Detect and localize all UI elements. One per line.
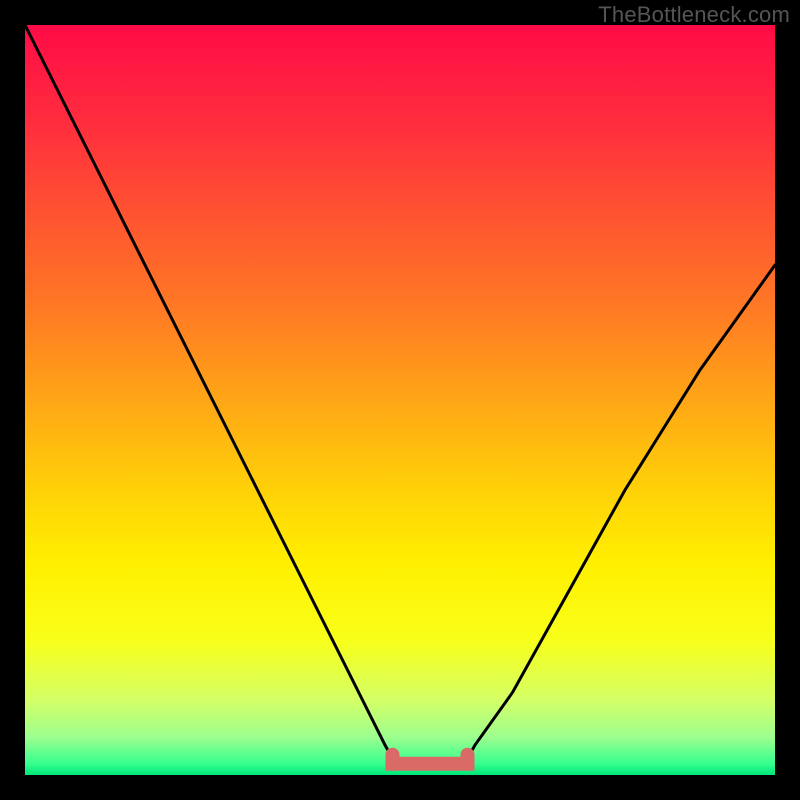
gradient-background (25, 25, 775, 775)
chart-frame: TheBottleneck.com (0, 0, 800, 800)
chart-svg (25, 25, 775, 775)
plot-area (25, 25, 775, 775)
